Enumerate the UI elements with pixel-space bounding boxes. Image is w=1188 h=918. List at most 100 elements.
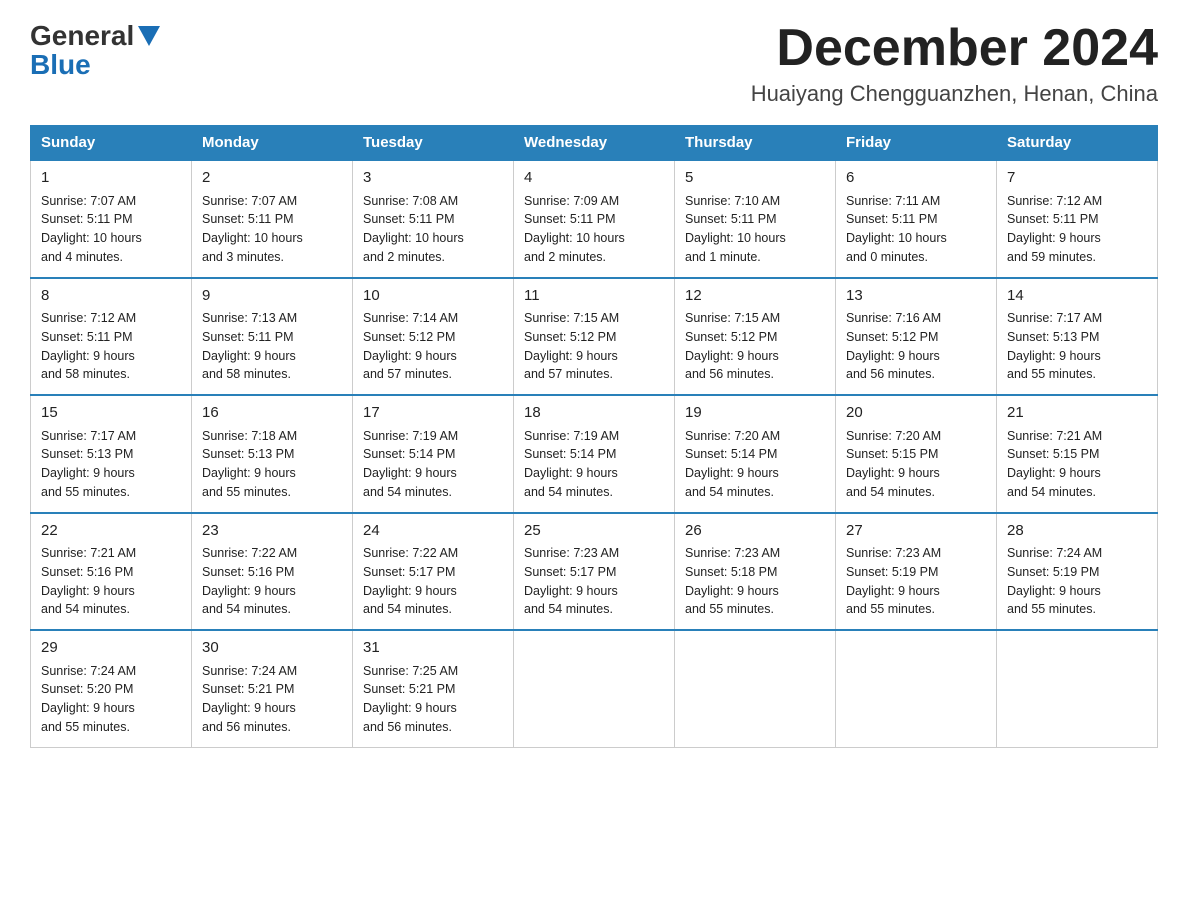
day-info: Sunrise: 7:19 AMSunset: 5:14 PMDaylight:… [363, 427, 503, 502]
header-tuesday: Tuesday [353, 126, 514, 161]
calendar-cell: 3Sunrise: 7:08 AMSunset: 5:11 PMDaylight… [353, 160, 514, 278]
day-number: 29 [41, 637, 181, 660]
calendar-cell: 13Sunrise: 7:16 AMSunset: 5:12 PMDayligh… [836, 278, 997, 396]
logo: General Blue [30, 20, 160, 79]
day-number: 28 [1007, 520, 1147, 543]
calendar-cell: 28Sunrise: 7:24 AMSunset: 5:19 PMDayligh… [997, 513, 1158, 631]
day-number: 7 [1007, 167, 1147, 190]
title-block: December 2024 Huaiyang Chengguanzhen, He… [751, 20, 1158, 107]
page-header: General Blue December 2024 Huaiyang Chen… [30, 20, 1158, 107]
day-info: Sunrise: 7:18 AMSunset: 5:13 PMDaylight:… [202, 427, 342, 502]
day-info: Sunrise: 7:22 AMSunset: 5:16 PMDaylight:… [202, 544, 342, 619]
day-number: 26 [685, 520, 825, 543]
day-info: Sunrise: 7:24 AMSunset: 5:19 PMDaylight:… [1007, 544, 1147, 619]
day-info: Sunrise: 7:15 AMSunset: 5:12 PMDaylight:… [685, 309, 825, 384]
calendar-cell: 24Sunrise: 7:22 AMSunset: 5:17 PMDayligh… [353, 513, 514, 631]
day-number: 25 [524, 520, 664, 543]
day-number: 31 [363, 637, 503, 660]
calendar-week-row: 29Sunrise: 7:24 AMSunset: 5:20 PMDayligh… [31, 630, 1158, 747]
calendar-cell: 16Sunrise: 7:18 AMSunset: 5:13 PMDayligh… [192, 395, 353, 513]
day-info: Sunrise: 7:25 AMSunset: 5:21 PMDaylight:… [363, 662, 503, 737]
header-monday: Monday [192, 126, 353, 161]
calendar-cell [997, 630, 1158, 747]
calendar-cell: 8Sunrise: 7:12 AMSunset: 5:11 PMDaylight… [31, 278, 192, 396]
calendar-cell: 10Sunrise: 7:14 AMSunset: 5:12 PMDayligh… [353, 278, 514, 396]
day-info: Sunrise: 7:07 AMSunset: 5:11 PMDaylight:… [41, 192, 181, 267]
calendar-cell: 18Sunrise: 7:19 AMSunset: 5:14 PMDayligh… [514, 395, 675, 513]
day-info: Sunrise: 7:24 AMSunset: 5:20 PMDaylight:… [41, 662, 181, 737]
day-number: 19 [685, 402, 825, 425]
day-number: 10 [363, 285, 503, 308]
calendar-week-row: 15Sunrise: 7:17 AMSunset: 5:13 PMDayligh… [31, 395, 1158, 513]
day-number: 15 [41, 402, 181, 425]
day-number: 2 [202, 167, 342, 190]
calendar-cell [836, 630, 997, 747]
day-number: 24 [363, 520, 503, 543]
calendar-cell: 22Sunrise: 7:21 AMSunset: 5:16 PMDayligh… [31, 513, 192, 631]
calendar-cell: 5Sunrise: 7:10 AMSunset: 5:11 PMDaylight… [675, 160, 836, 278]
calendar-header-row: SundayMondayTuesdayWednesdayThursdayFrid… [31, 126, 1158, 161]
day-info: Sunrise: 7:14 AMSunset: 5:12 PMDaylight:… [363, 309, 503, 384]
header-friday: Friday [836, 126, 997, 161]
calendar-week-row: 22Sunrise: 7:21 AMSunset: 5:16 PMDayligh… [31, 513, 1158, 631]
day-number: 27 [846, 520, 986, 543]
day-info: Sunrise: 7:17 AMSunset: 5:13 PMDaylight:… [41, 427, 181, 502]
day-number: 18 [524, 402, 664, 425]
day-info: Sunrise: 7:08 AMSunset: 5:11 PMDaylight:… [363, 192, 503, 267]
calendar-cell: 29Sunrise: 7:24 AMSunset: 5:20 PMDayligh… [31, 630, 192, 747]
day-number: 1 [41, 167, 181, 190]
day-info: Sunrise: 7:12 AMSunset: 5:11 PMDaylight:… [1007, 192, 1147, 267]
day-info: Sunrise: 7:24 AMSunset: 5:21 PMDaylight:… [202, 662, 342, 737]
calendar-cell: 25Sunrise: 7:23 AMSunset: 5:17 PMDayligh… [514, 513, 675, 631]
calendar-cell: 20Sunrise: 7:20 AMSunset: 5:15 PMDayligh… [836, 395, 997, 513]
calendar-cell: 1Sunrise: 7:07 AMSunset: 5:11 PMDaylight… [31, 160, 192, 278]
day-info: Sunrise: 7:12 AMSunset: 5:11 PMDaylight:… [41, 309, 181, 384]
calendar-cell: 4Sunrise: 7:09 AMSunset: 5:11 PMDaylight… [514, 160, 675, 278]
day-number: 12 [685, 285, 825, 308]
day-info: Sunrise: 7:23 AMSunset: 5:19 PMDaylight:… [846, 544, 986, 619]
day-info: Sunrise: 7:23 AMSunset: 5:18 PMDaylight:… [685, 544, 825, 619]
calendar-cell: 11Sunrise: 7:15 AMSunset: 5:12 PMDayligh… [514, 278, 675, 396]
day-info: Sunrise: 7:19 AMSunset: 5:14 PMDaylight:… [524, 427, 664, 502]
day-number: 20 [846, 402, 986, 425]
day-info: Sunrise: 7:10 AMSunset: 5:11 PMDaylight:… [685, 192, 825, 267]
day-number: 23 [202, 520, 342, 543]
logo-general-text: General [30, 22, 134, 50]
day-info: Sunrise: 7:21 AMSunset: 5:16 PMDaylight:… [41, 544, 181, 619]
day-number: 11 [524, 285, 664, 308]
calendar-cell: 19Sunrise: 7:20 AMSunset: 5:14 PMDayligh… [675, 395, 836, 513]
day-info: Sunrise: 7:17 AMSunset: 5:13 PMDaylight:… [1007, 309, 1147, 384]
calendar-cell: 15Sunrise: 7:17 AMSunset: 5:13 PMDayligh… [31, 395, 192, 513]
calendar-week-row: 8Sunrise: 7:12 AMSunset: 5:11 PMDaylight… [31, 278, 1158, 396]
day-number: 9 [202, 285, 342, 308]
day-info: Sunrise: 7:09 AMSunset: 5:11 PMDaylight:… [524, 192, 664, 267]
location-title: Huaiyang Chengguanzhen, Henan, China [751, 81, 1158, 107]
day-number: 21 [1007, 402, 1147, 425]
calendar-cell: 31Sunrise: 7:25 AMSunset: 5:21 PMDayligh… [353, 630, 514, 747]
calendar-cell: 26Sunrise: 7:23 AMSunset: 5:18 PMDayligh… [675, 513, 836, 631]
calendar-cell: 6Sunrise: 7:11 AMSunset: 5:11 PMDaylight… [836, 160, 997, 278]
month-title: December 2024 [751, 20, 1158, 77]
calendar-cell: 27Sunrise: 7:23 AMSunset: 5:19 PMDayligh… [836, 513, 997, 631]
day-number: 16 [202, 402, 342, 425]
calendar-table: SundayMondayTuesdayWednesdayThursdayFrid… [30, 125, 1158, 748]
logo-triangle-icon [138, 26, 160, 46]
day-info: Sunrise: 7:23 AMSunset: 5:17 PMDaylight:… [524, 544, 664, 619]
calendar-cell: 14Sunrise: 7:17 AMSunset: 5:13 PMDayligh… [997, 278, 1158, 396]
day-number: 14 [1007, 285, 1147, 308]
header-saturday: Saturday [997, 126, 1158, 161]
day-info: Sunrise: 7:20 AMSunset: 5:14 PMDaylight:… [685, 427, 825, 502]
header-sunday: Sunday [31, 126, 192, 161]
day-number: 5 [685, 167, 825, 190]
calendar-cell: 21Sunrise: 7:21 AMSunset: 5:15 PMDayligh… [997, 395, 1158, 513]
header-thursday: Thursday [675, 126, 836, 161]
day-number: 17 [363, 402, 503, 425]
day-info: Sunrise: 7:07 AMSunset: 5:11 PMDaylight:… [202, 192, 342, 267]
day-info: Sunrise: 7:20 AMSunset: 5:15 PMDaylight:… [846, 427, 986, 502]
calendar-week-row: 1Sunrise: 7:07 AMSunset: 5:11 PMDaylight… [31, 160, 1158, 278]
day-info: Sunrise: 7:15 AMSunset: 5:12 PMDaylight:… [524, 309, 664, 384]
calendar-cell [514, 630, 675, 747]
calendar-cell: 17Sunrise: 7:19 AMSunset: 5:14 PMDayligh… [353, 395, 514, 513]
day-number: 6 [846, 167, 986, 190]
day-number: 4 [524, 167, 664, 190]
